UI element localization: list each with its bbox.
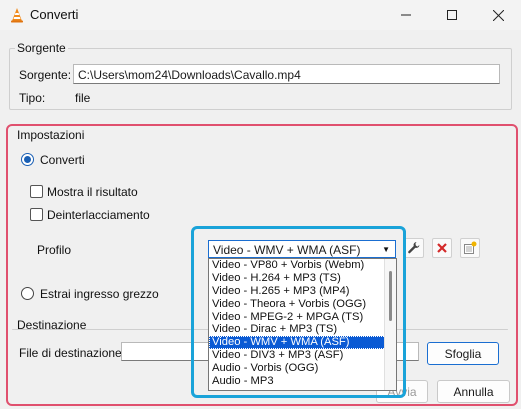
destination-file-label: File di destinazione: (19, 346, 126, 360)
new-profile-icon (464, 241, 477, 254)
profile-dropdown-list[interactable]: Video - VP80 + Vorbis (Webm) Video - H.2… (208, 258, 397, 391)
profile-option[interactable]: Video - Dirac + MP3 (TS) (209, 323, 396, 336)
wrench-icon (408, 242, 420, 254)
cancel-button[interactable]: Annulla (437, 380, 510, 403)
new-profile-button[interactable] (460, 238, 480, 258)
profile-option-selected[interactable]: Video - WMV + WMA (ASF) (209, 336, 396, 350)
profile-label: Profilo (37, 243, 72, 257)
profile-option[interactable]: Video - DIV3 + MP3 (ASF) (209, 349, 396, 362)
minimize-button[interactable] (383, 0, 429, 30)
vlc-cone-icon (11, 8, 23, 23)
source-group-title: Sorgente (15, 41, 68, 55)
scrollbar-thumb[interactable] (389, 271, 392, 321)
close-button[interactable] (475, 0, 521, 30)
profile-option[interactable]: Video - Theora + Vorbis (OGG) (209, 298, 396, 311)
destination-group-title: Destinazione (17, 318, 87, 332)
source-label: Sorgente: (19, 68, 72, 82)
raw-input-label: Estrai ingresso grezzo (40, 287, 159, 301)
chevron-down-icon: ▼ (382, 245, 390, 254)
minimize-icon (401, 14, 411, 16)
profile-option[interactable]: Video - MPEG-2 + MPGA (TS) (209, 311, 396, 324)
profile-option[interactable]: Video - VP80 + Vorbis (Webm) (209, 259, 396, 272)
close-icon (492, 9, 504, 21)
dropdown-scrollbar[interactable] (384, 259, 396, 390)
type-value: file (75, 91, 91, 105)
settings-group-title: Impostazioni (17, 128, 85, 142)
delete-profile-button[interactable] (432, 238, 452, 258)
raw-input-radio[interactable] (21, 287, 34, 300)
profile-combobox[interactable]: Video - WMV + WMA (ASF) ▼ (208, 240, 396, 258)
show-result-label: Mostra il risultato (47, 185, 138, 199)
maximize-icon (447, 10, 457, 20)
profile-option[interactable]: Video - H.264 + MP3 (TS) (209, 272, 396, 285)
profile-option[interactable]: Audio - MP3 (209, 375, 396, 388)
show-result-checkbox[interactable] (30, 185, 43, 198)
profile-option[interactable]: Audio - Vorbis (OGG) (209, 362, 396, 375)
maximize-button[interactable] (429, 0, 475, 30)
profile-selected-value: Video - WMV + WMA (ASF) (213, 243, 361, 257)
window-title: Converti (30, 7, 79, 22)
convert-radio[interactable] (21, 153, 34, 166)
type-label: Tipo: (19, 91, 46, 105)
deinterlace-checkbox[interactable] (30, 208, 43, 221)
edit-profile-button[interactable] (404, 238, 424, 258)
convert-label: Converti (40, 153, 85, 167)
source-path-field[interactable]: C:\Users\mom24\Downloads\Cavallo.mp4 (73, 64, 500, 84)
delete-x-icon (437, 243, 447, 253)
profile-option[interactable]: Video - H.265 + MP3 (MP4) (209, 285, 396, 298)
deinterlace-label: Deinterlacciamento (47, 208, 150, 222)
browse-button[interactable]: Sfoglia (427, 342, 499, 365)
